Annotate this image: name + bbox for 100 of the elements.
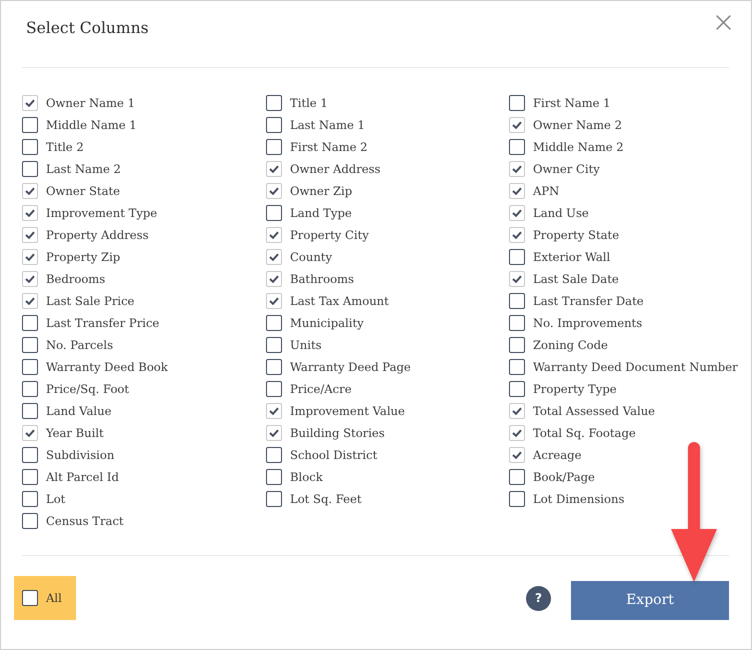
- checkbox[interactable]: [22, 337, 38, 353]
- checkbox[interactable]: [22, 491, 38, 507]
- checkbox[interactable]: [266, 491, 282, 507]
- checkbox[interactable]: [509, 491, 525, 507]
- checkbox-label[interactable]: Last Sale Price: [46, 293, 134, 309]
- checkbox[interactable]: [22, 469, 38, 485]
- checkbox-label[interactable]: Price/Acre: [290, 381, 352, 397]
- checkbox[interactable]: [22, 139, 38, 155]
- checkbox[interactable]: [22, 161, 38, 177]
- checkbox[interactable]: [266, 359, 282, 375]
- checkbox[interactable]: [509, 95, 525, 111]
- checkbox[interactable]: [266, 381, 282, 397]
- checkbox-label[interactable]: Land Value: [46, 403, 112, 419]
- checkbox[interactable]: [22, 513, 38, 529]
- checkbox[interactable]: [266, 139, 282, 155]
- checkbox-label[interactable]: Lot Sq. Feet: [290, 491, 362, 507]
- checkbox[interactable]: [266, 117, 282, 133]
- checkbox-label[interactable]: Last Name 1: [290, 117, 365, 133]
- checkbox[interactable]: [509, 337, 525, 353]
- checkbox-label[interactable]: Last Transfer Date: [533, 293, 644, 309]
- checkbox[interactable]: [266, 337, 282, 353]
- checkbox[interactable]: [22, 403, 38, 419]
- checkbox-label[interactable]: Total Assessed Value: [533, 403, 656, 419]
- checkbox[interactable]: [22, 447, 38, 463]
- checkbox-label[interactable]: Owner City: [533, 161, 600, 177]
- checkbox-label[interactable]: Owner State: [46, 183, 120, 199]
- checkbox-label[interactable]: Property Address: [46, 227, 149, 243]
- checkbox-label[interactable]: Warranty Deed Document Number: [533, 359, 738, 375]
- checkbox-label[interactable]: Acreage: [533, 447, 582, 463]
- checkbox[interactable]: [509, 381, 525, 397]
- checkbox[interactable]: [509, 249, 525, 265]
- checkbox-label[interactable]: Improvement Type: [46, 205, 158, 221]
- checkbox-label[interactable]: First Name 1: [533, 95, 611, 111]
- checkbox-label[interactable]: Price/Sq. Foot: [46, 381, 130, 397]
- checkbox[interactable]: [22, 315, 38, 331]
- checkbox-label[interactable]: Bathrooms: [290, 271, 354, 287]
- checkbox-label[interactable]: Owner Name 2: [533, 117, 622, 133]
- checkbox[interactable]: [22, 381, 38, 397]
- checkbox-label[interactable]: Lot Dimensions: [533, 491, 624, 507]
- checkbox-label[interactable]: Property State: [533, 227, 620, 243]
- checkbox-label[interactable]: Property City: [290, 227, 369, 243]
- checkbox-label[interactable]: Middle Name 1: [46, 117, 137, 133]
- checkbox-label[interactable]: First Name 2: [290, 139, 368, 155]
- checkbox-label[interactable]: Book/Page: [533, 469, 595, 485]
- checkbox-label[interactable]: Last Name 2: [46, 161, 121, 177]
- checkbox-label[interactable]: Alt Parcel Id: [46, 469, 119, 485]
- checkbox-label[interactable]: All: [46, 590, 62, 606]
- checkbox-label[interactable]: Building Stories: [290, 425, 385, 441]
- checkbox[interactable]: [266, 205, 282, 221]
- checkbox-label[interactable]: Block: [290, 469, 323, 485]
- checkbox-label[interactable]: Last Sale Date: [533, 271, 619, 287]
- checkbox-label[interactable]: Owner Name 1: [46, 95, 135, 111]
- checkbox[interactable]: [22, 590, 38, 606]
- checkbox-label[interactable]: Warranty Deed Page: [290, 359, 411, 375]
- checkbox-label[interactable]: Total Sq. Footage: [533, 425, 636, 441]
- checkbox-label[interactable]: Warranty Deed Book: [46, 359, 168, 375]
- checkbox-label[interactable]: Property Type: [533, 381, 617, 397]
- checkbox-label[interactable]: Year Built: [46, 425, 104, 441]
- check-icon: [25, 187, 35, 195]
- check-icon: [269, 297, 279, 305]
- check-icon: [512, 121, 522, 129]
- checkbox-label[interactable]: Census Tract: [46, 513, 124, 529]
- checkbox-label[interactable]: Middle Name 2: [533, 139, 624, 155]
- checkbox[interactable]: [509, 469, 525, 485]
- checkbox-label[interactable]: County: [290, 249, 332, 265]
- checkbox-label[interactable]: Owner Address: [290, 161, 381, 177]
- checkbox-label[interactable]: Units: [290, 337, 322, 353]
- checkbox-label[interactable]: Land Use: [533, 205, 589, 221]
- checkbox-label[interactable]: Last Tax Amount: [290, 293, 389, 309]
- checkbox[interactable]: [266, 447, 282, 463]
- check-icon: [25, 209, 35, 217]
- checkbox[interactable]: [509, 293, 525, 309]
- checkbox-label[interactable]: Last Transfer Price: [46, 315, 160, 331]
- checkbox-label[interactable]: No. Parcels: [46, 337, 114, 353]
- checkbox[interactable]: [509, 359, 525, 375]
- checkbox-label[interactable]: Owner Zip: [290, 183, 352, 199]
- checkbox-label[interactable]: Land Type: [290, 205, 352, 221]
- checkbox-label[interactable]: Title 1: [290, 95, 328, 111]
- checkbox[interactable]: [266, 469, 282, 485]
- export-button[interactable]: Export: [571, 580, 729, 620]
- checkbox-label[interactable]: APN: [533, 183, 560, 199]
- checkbox-label[interactable]: Zoning Code: [533, 337, 608, 353]
- checkbox-label[interactable]: Exterior Wall: [533, 249, 610, 265]
- checkbox-label[interactable]: School District: [290, 447, 378, 463]
- checkbox[interactable]: [266, 95, 282, 111]
- checkbox-label[interactable]: Bedrooms: [46, 271, 106, 287]
- checkbox-label[interactable]: Title 2: [46, 139, 84, 155]
- help-button[interactable]: ?: [526, 586, 551, 610]
- checkbox[interactable]: [509, 315, 525, 331]
- checkbox-label[interactable]: No. Improvements: [533, 315, 642, 331]
- checkbox-label[interactable]: Subdivision: [46, 447, 114, 463]
- checkbox[interactable]: [266, 315, 282, 331]
- checkbox-label[interactable]: Lot: [46, 491, 66, 507]
- checkbox-label[interactable]: Municipality: [290, 315, 364, 331]
- checkbox[interactable]: [22, 359, 38, 375]
- checkbox[interactable]: [22, 117, 38, 133]
- checkbox[interactable]: [509, 139, 525, 155]
- checkbox-label[interactable]: Improvement Value: [290, 403, 405, 419]
- checkbox-label[interactable]: Property Zip: [46, 249, 120, 265]
- close-button[interactable]: [716, 15, 731, 30]
